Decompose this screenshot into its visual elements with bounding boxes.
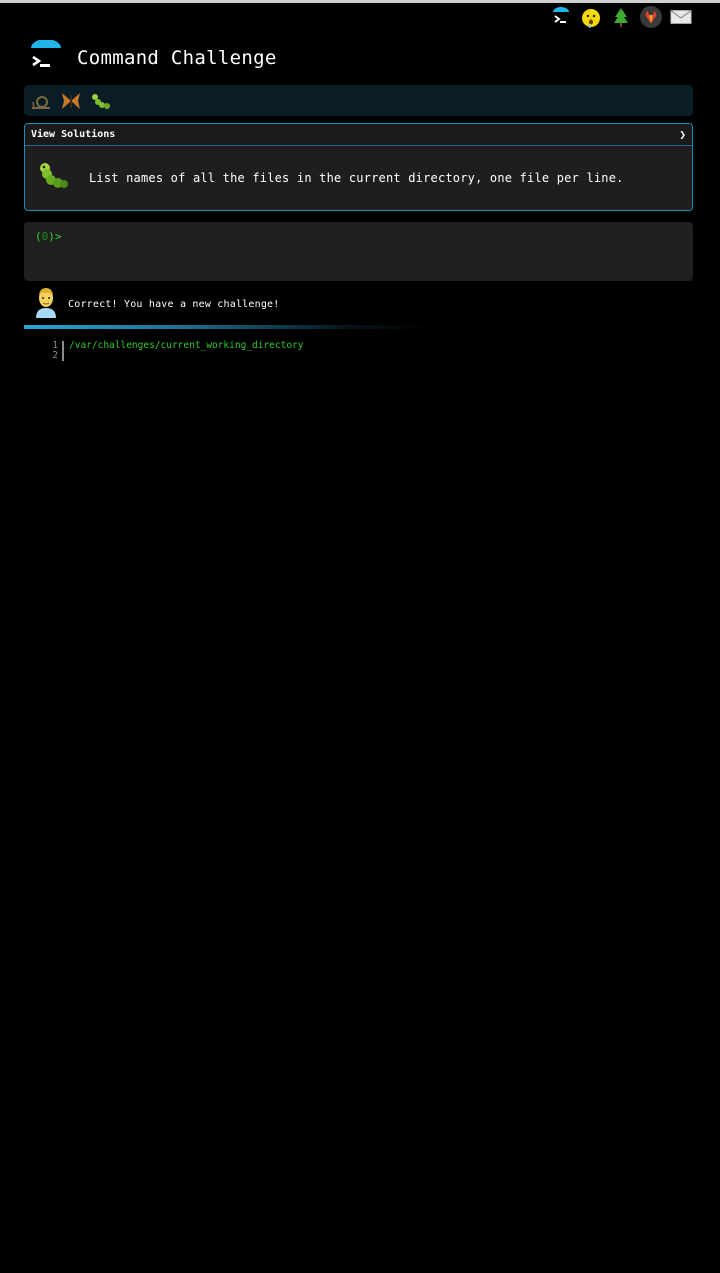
caterpillar-badge-icon[interactable] xyxy=(90,90,112,112)
view-solutions-toggle[interactable]: View Solutions ❯ xyxy=(25,124,692,146)
terminal-input[interactable]: (0)> xyxy=(24,222,693,281)
line-text: /var/challenges/current_working_director… xyxy=(69,340,304,351)
caterpillar-icon xyxy=(37,160,69,196)
output-panel: 1 /var/challenges/current_working_direct… xyxy=(46,341,304,361)
challenge-description: List names of all the files in the curre… xyxy=(89,171,624,185)
line-number: 2 xyxy=(52,350,58,361)
chevron-right-icon: ❯ xyxy=(679,128,686,141)
badge-bar xyxy=(24,85,693,116)
butterfly-badge-icon[interactable] xyxy=(60,90,82,112)
home-logo-icon[interactable] xyxy=(550,6,572,28)
view-solutions-label: View Solutions xyxy=(31,129,116,140)
command-challenge-logo-icon[interactable] xyxy=(30,39,62,76)
gitlab-icon[interactable] xyxy=(640,6,662,28)
feedback-text: Correct! You have a new challenge! xyxy=(68,298,280,310)
feedback-message: Correct! You have a new challenge! xyxy=(34,288,280,320)
snail-badge-icon[interactable] xyxy=(30,90,52,112)
prompt-open: ( xyxy=(35,230,42,243)
mind-blown-emoji-icon[interactable] xyxy=(580,6,602,28)
person-avatar-icon xyxy=(34,286,58,322)
line-separator xyxy=(62,351,64,361)
top-nav xyxy=(550,4,692,30)
prompt-close: )> xyxy=(48,230,62,243)
challenge-content: List names of all the files in the curre… xyxy=(25,146,692,210)
tree-icon[interactable] xyxy=(610,6,632,28)
divider xyxy=(24,325,434,329)
top-border xyxy=(0,0,720,3)
mail-icon[interactable] xyxy=(670,6,692,28)
output-line: 1 /var/challenges/current_working_direct… xyxy=(46,341,304,351)
page-title: Command Challenge xyxy=(77,47,277,69)
header: Command Challenge xyxy=(30,38,277,78)
challenge-panel: View Solutions ❯ List names of all the f… xyxy=(24,123,693,211)
line-separator xyxy=(62,341,64,351)
output-line: 2 xyxy=(46,351,304,361)
